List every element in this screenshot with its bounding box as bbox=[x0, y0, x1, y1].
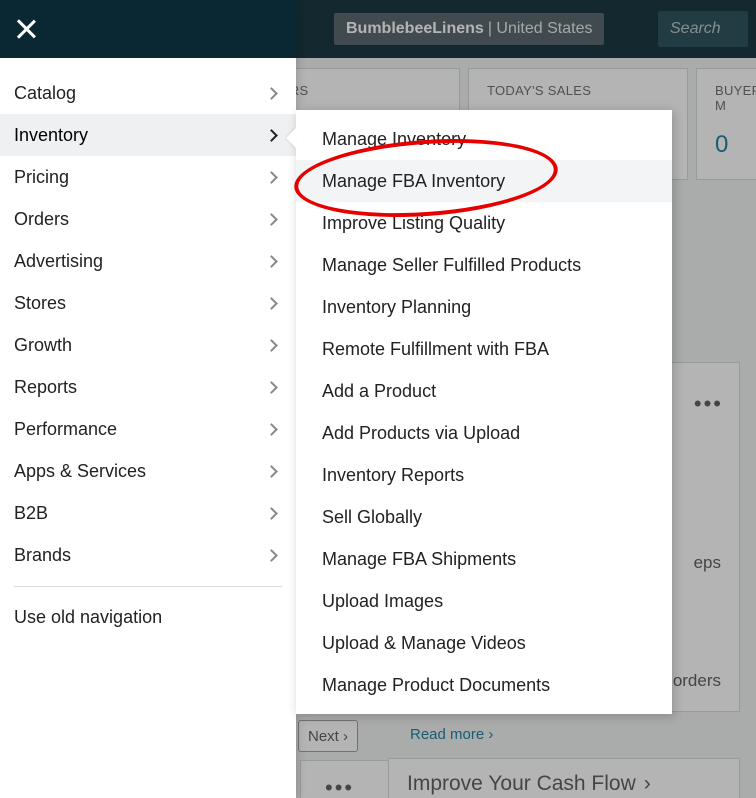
submenu-item-label: Manage Seller Fulfilled Products bbox=[322, 255, 581, 276]
chevron-right-icon bbox=[265, 465, 278, 478]
submenu-item-manage-seller-fulfilled-products[interactable]: Manage Seller Fulfilled Products bbox=[296, 244, 672, 286]
close-icon[interactable] bbox=[14, 17, 38, 41]
submenu-item-manage-fba-inventory[interactable]: Manage FBA Inventory bbox=[296, 160, 672, 202]
chevron-right-icon bbox=[265, 297, 278, 310]
nav-item-label: Advertising bbox=[14, 251, 103, 272]
submenu-item-inventory-planning[interactable]: Inventory Planning bbox=[296, 286, 672, 328]
nav-item-orders[interactable]: Orders bbox=[0, 198, 296, 240]
submenu-item-improve-listing-quality[interactable]: Improve Listing Quality bbox=[296, 202, 672, 244]
submenu-item-label: Improve Listing Quality bbox=[322, 213, 505, 234]
nav-item-label: Reports bbox=[14, 377, 77, 398]
chevron-right-icon bbox=[265, 87, 278, 100]
nav-item-performance[interactable]: Performance bbox=[0, 408, 296, 450]
nav-item-label: Stores bbox=[14, 293, 66, 314]
submenu-item-add-products-via-upload[interactable]: Add Products via Upload bbox=[296, 412, 672, 454]
nav-item-label: Growth bbox=[14, 335, 72, 356]
submenu-item-remote-fulfillment-with-fba[interactable]: Remote Fulfillment with FBA bbox=[296, 328, 672, 370]
chevron-right-icon bbox=[265, 171, 278, 184]
submenu-item-label: Inventory Planning bbox=[322, 297, 471, 318]
use-old-navigation[interactable]: Use old navigation bbox=[0, 597, 296, 638]
chevron-right-icon bbox=[265, 507, 278, 520]
nav-item-b2b[interactable]: B2B bbox=[0, 492, 296, 534]
submenu-item-label: Manage FBA Inventory bbox=[322, 171, 505, 192]
submenu-item-label: Remote Fulfillment with FBA bbox=[322, 339, 549, 360]
nav-header bbox=[0, 0, 296, 58]
inventory-submenu: Manage Inventory Manage FBA Inventory Impr… bbox=[296, 110, 672, 714]
nav-list: Catalog Inventory Pricing Orders Advertising… bbox=[0, 58, 296, 576]
chevron-right-icon bbox=[265, 423, 278, 436]
submenu-item-upload-images[interactable]: Upload Images bbox=[296, 580, 672, 622]
chevron-right-icon bbox=[265, 213, 278, 226]
chevron-right-icon bbox=[265, 129, 278, 142]
submenu-item-label: Inventory Reports bbox=[322, 465, 464, 486]
submenu-item-upload-manage-videos[interactable]: Upload & Manage Videos bbox=[296, 622, 672, 664]
chevron-right-icon bbox=[265, 549, 278, 562]
submenu-item-label: Manage Product Documents bbox=[322, 675, 550, 696]
submenu-item-label: Add Products via Upload bbox=[322, 423, 520, 444]
nav-item-pricing[interactable]: Pricing bbox=[0, 156, 296, 198]
nav-item-label: Brands bbox=[14, 545, 71, 566]
submenu-item-add-a-product[interactable]: Add a Product bbox=[296, 370, 672, 412]
submenu-item-sell-globally[interactable]: Sell Globally bbox=[296, 496, 672, 538]
nav-item-label: Pricing bbox=[14, 167, 69, 188]
submenu-item-manage-fba-shipments[interactable]: Manage FBA Shipments bbox=[296, 538, 672, 580]
nav-item-label: Inventory bbox=[14, 125, 88, 146]
nav-item-label: Catalog bbox=[14, 83, 76, 104]
submenu-item-label: Manage FBA Shipments bbox=[322, 549, 516, 570]
nav-item-apps-services[interactable]: Apps & Services bbox=[0, 450, 296, 492]
nav-item-brands[interactable]: Brands bbox=[0, 534, 296, 576]
submenu-item-label: Add a Product bbox=[322, 381, 436, 402]
main-nav-drawer: Catalog Inventory Pricing Orders Advertising… bbox=[0, 0, 296, 798]
submenu-item-manage-inventory[interactable]: Manage Inventory bbox=[296, 118, 672, 160]
divider bbox=[14, 586, 282, 587]
chevron-right-icon bbox=[265, 339, 278, 352]
submenu-item-label: Upload Images bbox=[322, 591, 443, 612]
nav-item-label: B2B bbox=[14, 503, 48, 524]
nav-item-growth[interactable]: Growth bbox=[0, 324, 296, 366]
nav-item-label: Apps & Services bbox=[14, 461, 146, 482]
chevron-right-icon bbox=[265, 255, 278, 268]
nav-item-label: Performance bbox=[14, 419, 117, 440]
submenu-item-label: Sell Globally bbox=[322, 507, 422, 528]
nav-item-advertising[interactable]: Advertising bbox=[0, 240, 296, 282]
submenu-item-inventory-reports[interactable]: Inventory Reports bbox=[296, 454, 672, 496]
submenu-item-manage-product-documents[interactable]: Manage Product Documents bbox=[296, 664, 672, 706]
nav-item-stores[interactable]: Stores bbox=[0, 282, 296, 324]
chevron-right-icon bbox=[265, 381, 278, 394]
submenu-caret-icon bbox=[286, 128, 296, 148]
submenu-item-label: Manage Inventory bbox=[322, 129, 466, 150]
nav-item-reports[interactable]: Reports bbox=[0, 366, 296, 408]
submenu-item-label: Upload & Manage Videos bbox=[322, 633, 526, 654]
nav-item-label: Orders bbox=[14, 209, 69, 230]
nav-item-inventory[interactable]: Inventory bbox=[0, 114, 296, 156]
nav-item-catalog[interactable]: Catalog bbox=[0, 72, 296, 114]
